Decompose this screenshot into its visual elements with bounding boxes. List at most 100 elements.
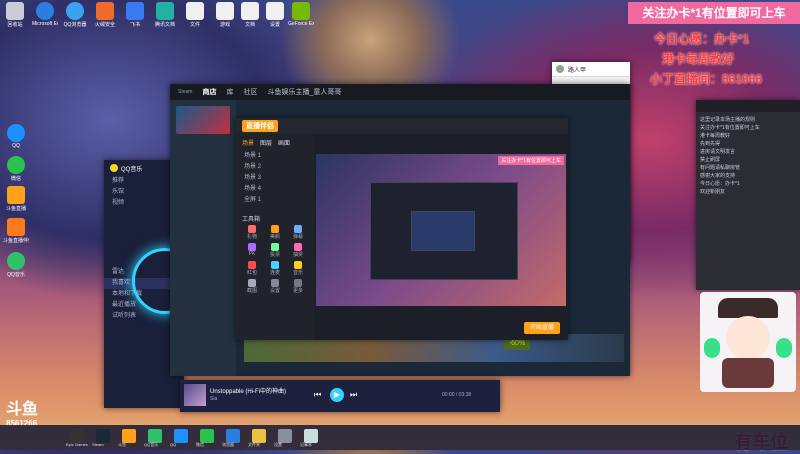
desktop-icon[interactable]: 腾讯文档: [152, 2, 178, 28]
desktop-icon[interactable]: 斗鱼直播伴侣: [3, 218, 29, 244]
tool-item[interactable]: 红包: [242, 261, 262, 276]
scene-item[interactable]: 场景 3: [236, 173, 314, 184]
desktop-icon[interactable]: 火绒安全: [92, 2, 118, 28]
tool-icon: [294, 243, 302, 251]
recycle-bin-icon: [6, 2, 24, 20]
tool-grid: 礼物 美颜 弹幕 PK 投票 抽奖红包 连麦 音乐截图 设置 更多: [236, 225, 314, 294]
qq-music-logo-icon: [110, 164, 118, 172]
sticker-body: [722, 358, 774, 388]
steam-nav-community[interactable]: 社区: [243, 87, 257, 97]
desktop: { "overlay": { "banner": "关注办卡*1有位置即可上车"…: [0, 0, 800, 452]
chat-user: 路人甲: [568, 67, 587, 74]
desktop-icon[interactable]: 游戏: [212, 2, 238, 28]
taskbar-app-label: 设置: [274, 442, 282, 447]
tool-item[interactable]: 礼物: [242, 225, 262, 240]
prev-button[interactable]: ⏮: [314, 390, 321, 400]
notepad-line: 关注办卡*1有位置即可上车: [700, 125, 760, 131]
tab-canvas[interactable]: 画面: [278, 138, 290, 147]
desktop-icon[interactable]: 回收站: [2, 2, 28, 28]
taskbar-app-icon[interactable]: [148, 429, 162, 443]
next-button[interactable]: ⏭: [350, 390, 357, 400]
steam-nav-library[interactable]: 库: [226, 87, 233, 97]
notepad-line: 欢迎新朋友: [700, 189, 726, 195]
scene-item[interactable]: 场景 2: [236, 162, 314, 173]
tool-item[interactable]: 音乐: [288, 261, 308, 276]
desktop-icon[interactable]: QQ浏览器: [62, 2, 88, 28]
taskbar-app-label: 斗鱼: [118, 442, 126, 447]
taskbar-app-icon[interactable]: [174, 429, 188, 443]
tool-item[interactable]: 美颜: [265, 225, 285, 240]
tool-label: 美颜: [269, 234, 280, 240]
desktop-icon[interactable]: QQ音乐: [3, 252, 29, 278]
douyu-watermark: 斗鱼 8561266: [6, 395, 38, 428]
desktop-icon[interactable]: GeForce Experience: [288, 2, 314, 27]
tool-label: 设置: [269, 288, 280, 294]
tool-label: PK: [248, 251, 256, 257]
taskbar-app-icon[interactable]: [304, 429, 318, 443]
douyu-logo-text: 斗鱼: [6, 401, 39, 418]
desktop-icon[interactable]: QQ: [3, 124, 29, 149]
desktop-icon[interactable]: Microsoft Edge: [32, 2, 58, 27]
steam-nav-store[interactable]: 商店: [202, 87, 216, 97]
taskbar-app-label: 文件夹: [248, 442, 260, 447]
tool-item[interactable]: 更多: [288, 279, 308, 294]
sticker-face: [726, 316, 770, 360]
play-time: 00:00 / 03:38: [442, 392, 472, 398]
tool-item[interactable]: 设置: [265, 279, 285, 294]
tool-label: 弹幕: [292, 234, 303, 240]
song-title: Unstoppable (Hi-Fi中的神曲): [210, 389, 287, 395]
taskbar: Epic Games Steam 斗鱼 QQ音乐 QQ 微信 浏览器 文件夹 设置 记事本: [0, 425, 800, 450]
douyu-helper-icon: [7, 218, 25, 236]
desktop-icon-row: 回收站 Microsoft Edge QQ浏览器 火绒安全 飞书 腾讯文档 文件…: [2, 2, 322, 36]
tool-item[interactable]: 弹幕: [288, 225, 308, 240]
notepad-line: 有问题请私聊房管: [700, 165, 741, 171]
tool-label: 礼物: [246, 234, 257, 240]
notepad-window[interactable]: 这里记录本场主播的规则 关注办卡*1有位置即可上车 港卡每周教好 先到先得 进房请文明发…: [696, 100, 800, 290]
taskbar-app-label: 浏览器: [222, 442, 234, 447]
tool-item[interactable]: 截图: [242, 279, 262, 294]
taskbar-app-icon[interactable]: [252, 429, 266, 443]
start-live-button[interactable]: 开始直播: [524, 322, 560, 334]
douyu-helper-window[interactable]: 直播伴侣 场景 图层 画面 场景 1 场景 2 场景 3 场景 4 全屏 1 工具箱 礼…: [236, 118, 568, 340]
scene-item[interactable]: 场景 4: [236, 184, 314, 195]
scene-item[interactable]: 全屏 1: [236, 195, 314, 206]
helper-tabs: 场景 图层 画面: [236, 134, 314, 151]
desktop-icon[interactable]: 文件: [182, 2, 208, 28]
steam-logo-text: Steam: [178, 89, 193, 95]
steam-navbar: Steam 商店 库 社区 斗鱼娱乐主播_童人哥哥: [170, 84, 630, 100]
taskbar-app-icon[interactable]: [278, 429, 292, 443]
notepad-content[interactable]: 这里记录本场主播的规则 关注办卡*1有位置即可上车 港卡每周教好 先到先得 进房请文明发…: [696, 112, 800, 196]
file-icon: [216, 2, 234, 20]
desktop-icon[interactable]: 微信: [3, 156, 29, 182]
tool-label: 音乐: [292, 270, 303, 276]
taskbar-app-icon[interactable]: [226, 429, 240, 443]
taskbar-app-icon[interactable]: [200, 429, 214, 443]
desktop-icon[interactable]: 斗鱼直播: [3, 186, 29, 212]
tab-layer[interactable]: 图层: [260, 138, 272, 147]
tab-scene[interactable]: 场景: [242, 138, 254, 147]
tool-item[interactable]: PK: [242, 243, 262, 258]
tool-item[interactable]: 抽奖: [288, 243, 308, 258]
taskbar-app-icon[interactable]: [96, 429, 110, 443]
tool-item[interactable]: 连麦: [265, 261, 285, 276]
play-button[interactable]: ▶: [330, 388, 344, 402]
douyu-icon: [7, 186, 25, 204]
desktop-icon[interactable]: 文档: [237, 2, 263, 28]
tool-label: 连麦: [269, 270, 280, 276]
tool-label: 更多: [292, 288, 303, 294]
qq-icon: [7, 124, 25, 142]
tool-icon: [248, 225, 256, 233]
notepad-line: 今日心愿：办卡*1: [700, 181, 740, 187]
desktop-icon[interactable]: 设置: [262, 2, 288, 28]
notepad-line: 进房请文明发言: [700, 149, 736, 155]
tool-icon: [271, 225, 279, 233]
nested-capture: [370, 182, 518, 280]
tool-item[interactable]: 投票: [265, 243, 285, 258]
music-player[interactable]: Unstoppable (Hi-Fi中的神曲) Sia ▶ ⏮ ⏭ 00:00 …: [180, 380, 500, 412]
taskbar-app-icon[interactable]: [70, 429, 84, 443]
taskbar-app-icon[interactable]: [122, 429, 136, 443]
desktop-icon[interactable]: 飞书: [122, 2, 148, 28]
avatar: [556, 65, 564, 73]
scene-item[interactable]: 场景 1: [236, 151, 314, 162]
steam-nav-profile[interactable]: 斗鱼娱乐主播_童人哥哥: [267, 87, 341, 97]
